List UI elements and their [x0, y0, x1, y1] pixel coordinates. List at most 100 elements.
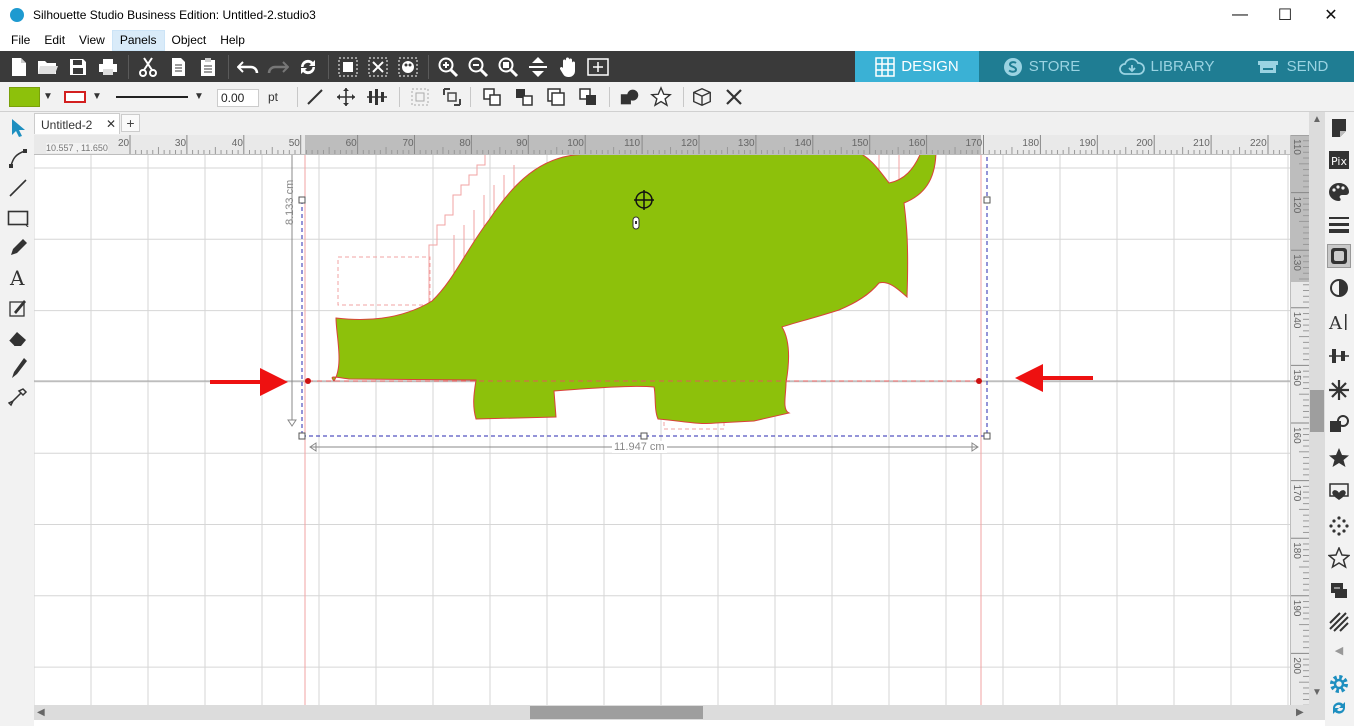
- send-backward-icon[interactable]: [545, 86, 567, 108]
- close-window-button[interactable]: ✕: [1308, 0, 1354, 30]
- new-tab-button[interactable]: +: [121, 114, 140, 132]
- panel-collapse-icon[interactable]: ◀: [1327, 638, 1351, 662]
- rhinestone-icon[interactable]: [1327, 514, 1351, 538]
- line-style-panel-icon[interactable]: [1327, 212, 1351, 236]
- eraser-tool-icon[interactable]: [6, 326, 30, 350]
- redo-icon[interactable]: [266, 55, 290, 79]
- select-by-color-icon[interactable]: [396, 55, 420, 79]
- fill-color-swatch[interactable]: [9, 87, 40, 107]
- undo-icon[interactable]: [236, 55, 260, 79]
- refresh-icon[interactable]: [296, 55, 320, 79]
- maximize-button[interactable]: ☐: [1262, 0, 1308, 30]
- fill-pattern-icon[interactable]: [1327, 610, 1351, 634]
- ungroup-icon[interactable]: [441, 86, 463, 108]
- pencil-tool-icon[interactable]: [6, 236, 30, 260]
- document-tab[interactable]: Untitled-2 ✕: [34, 113, 120, 134]
- fit-to-page-icon[interactable]: [526, 55, 550, 79]
- horizontal-scroll-thumb[interactable]: [530, 706, 703, 719]
- zoom-selection-icon[interactable]: [496, 55, 520, 79]
- align-panel-icon[interactable]: [1327, 344, 1351, 368]
- settings-gear-icon[interactable]: [1327, 672, 1351, 696]
- weld-panel-icon[interactable]: [1327, 578, 1351, 602]
- trace-panel-icon[interactable]: [1327, 244, 1351, 268]
- line-width-input[interactable]: 0.00: [217, 89, 259, 107]
- line-color-dropdown-icon[interactable]: ▼: [92, 91, 102, 102]
- palette-icon[interactable]: [1327, 180, 1351, 204]
- select-tool-icon[interactable]: [6, 116, 30, 140]
- knife-tool-icon[interactable]: [6, 356, 30, 380]
- minimize-button[interactable]: —: [1217, 0, 1263, 30]
- select-all-icon[interactable]: [336, 55, 360, 79]
- line-style-preview[interactable]: [116, 96, 188, 98]
- star-shape-icon[interactable]: [650, 86, 672, 108]
- new-file-icon[interactable]: [7, 55, 31, 79]
- menu-view[interactable]: View: [72, 30, 112, 51]
- menu-help[interactable]: Help: [213, 30, 252, 51]
- design-canvas[interactable]: 8.133 cm 11.947 cm: [34, 155, 1290, 705]
- print-icon[interactable]: [96, 55, 120, 79]
- modify-shapes-icon[interactable]: [619, 86, 641, 108]
- open-folder-icon[interactable]: [36, 55, 60, 79]
- line-tool-icon[interactable]: [304, 86, 326, 108]
- pan-hand-icon[interactable]: [556, 55, 580, 79]
- text-tool-icon[interactable]: A: [6, 266, 30, 290]
- save-icon[interactable]: [66, 55, 90, 79]
- tab-store[interactable]: STORE: [979, 51, 1104, 82]
- line-color-swatch[interactable]: [64, 91, 86, 103]
- menu-edit[interactable]: Edit: [37, 30, 72, 51]
- align-center-icon[interactable]: [366, 86, 388, 108]
- scroll-right-icon[interactable]: ▶: [1296, 705, 1304, 720]
- sketch-pen-tool-icon[interactable]: [6, 296, 30, 320]
- eyedropper-tool-icon[interactable]: [6, 386, 30, 410]
- menu-object[interactable]: Object: [165, 30, 214, 51]
- paste-icon[interactable]: [196, 55, 220, 79]
- group-icon[interactable]: [409, 86, 431, 108]
- ruler-right-label: 120: [1291, 197, 1302, 214]
- line-draw-tool-icon[interactable]: [6, 176, 30, 200]
- modify-panel-icon[interactable]: [1327, 412, 1351, 436]
- sketch-star-icon[interactable]: [1327, 546, 1351, 570]
- contrast-icon[interactable]: [1327, 276, 1351, 300]
- tab-library[interactable]: LIBRARY: [1104, 51, 1229, 82]
- rectangle-tool-icon[interactable]: [6, 206, 30, 230]
- line-width-unit: pt: [268, 90, 279, 104]
- ruler-top-label: 50: [289, 138, 301, 149]
- edit-points-tool-icon[interactable]: [6, 146, 30, 170]
- tab-send[interactable]: SEND: [1229, 51, 1354, 82]
- 3d-box-icon[interactable]: [691, 86, 713, 108]
- text-style-icon[interactable]: A: [1327, 310, 1351, 334]
- move-arrows-icon[interactable]: [335, 86, 357, 108]
- menu-panels[interactable]: Panels: [111, 30, 165, 51]
- delete-x-icon[interactable]: [723, 86, 745, 108]
- copy-icon[interactable]: [166, 55, 190, 79]
- send-to-back-icon[interactable]: [577, 86, 599, 108]
- offset-star-icon[interactable]: [1327, 446, 1351, 470]
- line-style-dropdown-icon[interactable]: ▼: [194, 91, 204, 102]
- pixscan-icon[interactable]: Pix: [1327, 148, 1351, 172]
- zoom-out-icon[interactable]: [466, 55, 490, 79]
- close-tab-icon[interactable]: ✕: [106, 117, 116, 131]
- bring-to-front-icon[interactable]: [481, 86, 503, 108]
- cut-icon[interactable]: [136, 55, 160, 79]
- vertical-scroll-thumb[interactable]: [1310, 390, 1324, 432]
- scroll-down-icon[interactable]: ▼: [1312, 687, 1322, 698]
- tab-design[interactable]: DESIGN: [855, 51, 979, 82]
- vertical-scrollbar[interactable]: ▲ ▼: [1309, 112, 1325, 720]
- page-setup-icon[interactable]: [1327, 116, 1351, 140]
- scroll-up-icon[interactable]: ▲: [1312, 114, 1322, 125]
- fit-window-icon[interactable]: [586, 55, 610, 79]
- sync-icon[interactable]: [1327, 696, 1351, 720]
- replicate-icon[interactable]: [1327, 378, 1351, 402]
- ruler-top-label: 140: [795, 138, 812, 149]
- horizontal-scrollbar[interactable]: ◀ ▶: [34, 705, 1309, 720]
- zoom-in-icon[interactable]: [436, 55, 460, 79]
- fill-dropdown-icon[interactable]: ▼: [43, 91, 53, 102]
- ruler-right-label: 150: [1291, 369, 1302, 386]
- menu-file[interactable]: File: [4, 30, 37, 51]
- tab-library-label: LIBRARY: [1150, 58, 1215, 75]
- ruler-top-label: 80: [459, 138, 471, 149]
- bring-forward-icon[interactable]: [513, 86, 535, 108]
- scroll-left-icon[interactable]: ◀: [37, 705, 45, 720]
- trace-image-icon[interactable]: [1327, 480, 1351, 504]
- deselect-icon[interactable]: [366, 55, 390, 79]
